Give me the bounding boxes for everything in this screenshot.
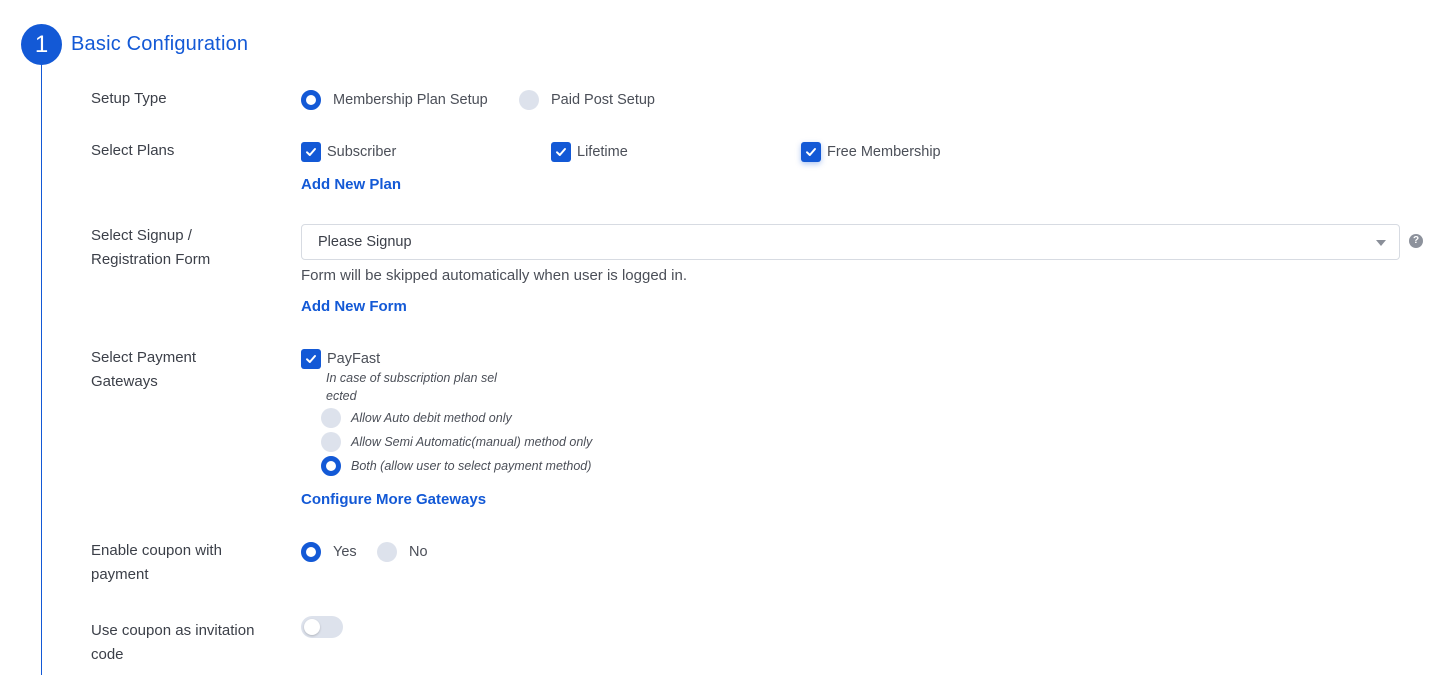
- invitation-label-line1: Use coupon as invitation: [91, 622, 255, 639]
- radio-label: Allow Semi Automatic(manual) method only: [351, 435, 593, 449]
- checkbox-label: Lifetime: [577, 144, 628, 160]
- add-new-plan-link[interactable]: Add New Plan: [301, 176, 401, 193]
- radio-unselected-icon[interactable]: [321, 432, 341, 452]
- toggle-knob[interactable]: [304, 619, 320, 635]
- radio-both-methods[interactable]: Both (allow user to select payment metho…: [321, 456, 591, 476]
- gateway-note-line1: In case of subscription plan sel: [326, 371, 497, 385]
- chevron-down-icon[interactable]: [1376, 240, 1386, 246]
- checkbox-checked-icon[interactable]: [801, 142, 821, 162]
- step-connector-line: [41, 60, 42, 675]
- invitation-code-toggle[interactable]: [301, 616, 343, 638]
- checkbox-plan-lifetime[interactable]: Lifetime: [551, 142, 628, 162]
- radio-label: Paid Post Setup: [551, 92, 655, 108]
- checkbox-plan-subscriber[interactable]: Subscriber: [301, 142, 396, 162]
- step-number-badge: 1: [21, 24, 62, 65]
- radio-unselected-icon[interactable]: [519, 90, 539, 110]
- radio-paid-post-setup[interactable]: Paid Post Setup: [519, 90, 655, 110]
- radio-label: Membership Plan Setup: [333, 92, 488, 108]
- checkbox-gateway-payfast[interactable]: PayFast: [301, 349, 380, 369]
- radio-label: Both (allow user to select payment metho…: [351, 459, 592, 473]
- signup-form-select[interactable]: Please Signup: [301, 224, 1400, 260]
- radio-selected-icon[interactable]: [301, 542, 321, 562]
- radio-unselected-icon[interactable]: [321, 408, 341, 428]
- gateway-note-line2: ected: [326, 389, 357, 403]
- checkbox-label: Free Membership: [827, 144, 941, 160]
- checkbox-label: Subscriber: [327, 144, 397, 160]
- checkbox-plan-free-membership[interactable]: Free Membership: [801, 142, 941, 162]
- payment-gateways-label-line2: Gateways: [91, 373, 158, 390]
- radio-coupon-yes[interactable]: Yes: [301, 542, 357, 562]
- signup-form-hint: Form will be skipped automatically when …: [301, 267, 688, 284]
- checkbox-checked-icon[interactable]: [551, 142, 571, 162]
- setup-type-label: Setup Type: [91, 90, 167, 107]
- select-plans-label: Select Plans: [91, 142, 175, 159]
- radio-selected-icon[interactable]: [321, 456, 341, 476]
- radio-auto-debit[interactable]: Allow Auto debit method only: [321, 408, 512, 428]
- checkbox-checked-icon[interactable]: [301, 142, 321, 162]
- radio-label: No: [409, 544, 428, 560]
- signup-form-label-line2: Registration Form: [91, 251, 211, 268]
- configure-more-gateways-link[interactable]: Configure More Gateways: [301, 491, 486, 508]
- radio-selected-icon[interactable]: [301, 90, 321, 110]
- radio-semi-automatic[interactable]: Allow Semi Automatic(manual) method only: [321, 432, 592, 452]
- radio-coupon-no[interactable]: No: [377, 542, 428, 562]
- coupon-label-line2: payment: [91, 566, 149, 583]
- radio-label: Allow Auto debit method only: [351, 411, 512, 425]
- radio-unselected-icon[interactable]: [377, 542, 397, 562]
- checkbox-checked-icon[interactable]: [301, 349, 321, 369]
- checkbox-label: PayFast: [327, 351, 381, 367]
- radio-membership-plan-setup[interactable]: Membership Plan Setup: [301, 90, 488, 110]
- invitation-label-line2: code: [91, 646, 124, 663]
- radio-label: Yes: [333, 544, 357, 560]
- payment-gateways-label-line1: Select Payment: [91, 349, 197, 366]
- add-new-form-link[interactable]: Add New Form: [301, 298, 407, 315]
- coupon-label-line1: Enable coupon with: [91, 542, 222, 559]
- question-circle-icon[interactable]: ?: [1409, 234, 1423, 248]
- signup-form-label-line1: Select Signup /: [91, 227, 192, 244]
- select-value: Please Signup: [318, 234, 412, 250]
- section-title: Basic Configuration: [71, 33, 249, 55]
